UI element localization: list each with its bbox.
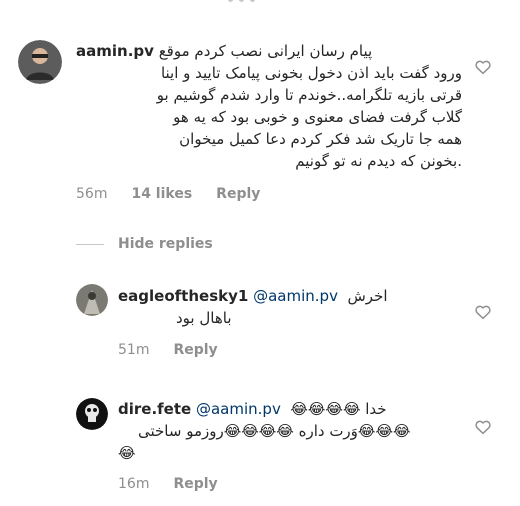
username[interactable]: eagleofthesky1 [118,287,248,305]
comment-text-line: ورود گفت باید اذن دخول بخونی پیامک تایید… [160,64,462,82]
reply-button[interactable]: Reply [173,476,217,492]
avatar[interactable] [18,40,62,84]
username[interactable]: aamin.pv [76,42,154,60]
likes-count[interactable]: 14 likes [131,186,192,202]
comment-meta: 56m 14 likes Reply [76,186,260,202]
like-heart-icon[interactable] [474,303,492,321]
divider-line [76,243,104,245]
comment-text-line: قرتی بازیه تلگرامه..خوندم تا وارد شدم گو… [156,86,462,104]
reply-text-line: 😂😂😂وَرت داره 😂😂😂😂روزمو ساختی [138,422,411,440]
reply-body: dire.fete @aamin.pv خدا 😂😂😂😂 😂😂😂وَرت دار… [118,398,448,464]
avatar[interactable] [76,398,108,430]
comment-text-line: گلاب گرفت فضای معنوی و خوبی بود که یه هو [173,108,462,126]
comment-first-line: aamin.pv پیام رسان ایرانی نصب کردم موقع [76,40,462,62]
reply-button[interactable]: Reply [216,186,260,202]
reply-meta: 51m Reply [118,342,218,358]
reply-first-line: dire.fete @aamin.pv خدا 😂😂😂😂 [118,398,448,420]
mention-link[interactable]: @aamin.pv [253,287,338,305]
mention-link[interactable]: @aamin.pv [196,400,281,418]
comment-text-line: پیام رسان ایرانی نصب کردم موقع [158,42,373,60]
reply-button[interactable]: Reply [173,342,217,358]
comment-body: aamin.pv پیام رسان ایرانی نصب کردم موقع … [76,40,462,172]
more-dots [228,0,255,2]
comment-text-line: .بخونن که دیدم نه تو گونیم [295,152,462,170]
timestamp: 16m [118,476,150,492]
like-heart-icon[interactable] [474,58,492,76]
reply-first-line: eagleofthesky1 @aamin.pv اخرش [118,285,418,307]
avatar[interactable] [76,284,108,316]
timestamp: 56m [76,186,108,202]
hide-replies-button[interactable]: Hide replies [76,236,213,252]
reply-text-line: باهال بود [176,309,232,327]
hide-replies-label: Hide replies [118,236,213,252]
reply-meta: 16m Reply [118,476,218,492]
timestamp: 51m [118,342,150,358]
reply-body: eagleofthesky1 @aamin.pv اخرش باهال بود [118,285,418,329]
comment-text-line: همه جا تاریک شد فکر کردم دعا کمیل میخوان [179,130,462,148]
reply-text-line: اخرش [347,287,388,305]
like-heart-icon[interactable] [474,418,492,436]
reply-text-line: 😂 [118,444,136,462]
reply-text-line: خدا 😂😂😂😂 [290,400,387,418]
username[interactable]: dire.fete [118,400,191,418]
